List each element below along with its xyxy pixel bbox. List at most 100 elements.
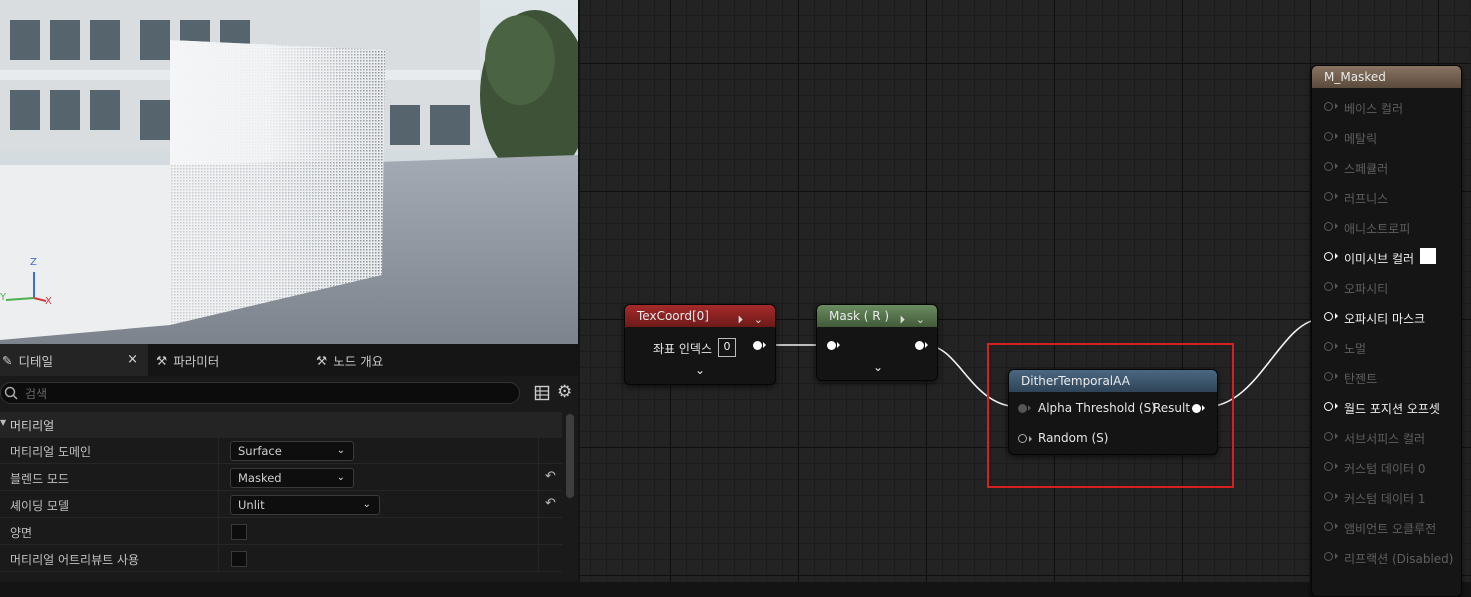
texcoord-node-title: TexCoord[0] [637, 309, 709, 323]
material-input-label: 커스텀 데이터 1 [1344, 492, 1426, 506]
property-label: 셰이딩 모델 [10, 499, 70, 513]
details-tab-bar: ✎ 디테일 × ⚒ 파라미터 ⚒ 노드 개요 [0, 344, 578, 376]
divider [538, 546, 539, 572]
material-input-pin[interactable] [1324, 402, 1338, 411]
material-input-label: 이미시브 컬러 [1344, 252, 1415, 266]
material-input-pin[interactable] [1324, 492, 1338, 501]
mask-input-pin[interactable] [827, 341, 840, 350]
material-input-pin[interactable] [1324, 342, 1338, 351]
material-input-pin[interactable] [1324, 102, 1338, 111]
section-title: 머티리얼 [10, 419, 55, 433]
pin-arrow-icon [1335, 343, 1338, 349]
texcoord-node[interactable]: TexCoord[0] ⏵ ⌄ 좌표 인덱스 0 ⌄ [624, 304, 776, 385]
chevron-down-icon[interactable]: ⌄ [754, 309, 763, 331]
details-icon: ✎ [2, 352, 13, 368]
preview-toggle-icon[interactable]: ⏵ [900, 309, 906, 331]
divider [538, 492, 539, 518]
pin-arrow-icon [1335, 373, 1338, 379]
material-input-pin[interactable] [1324, 222, 1338, 231]
section-header-material[interactable]: ▼ 머티리얼 [0, 412, 562, 438]
close-icon[interactable]: × [127, 352, 138, 367]
pin-arrow-icon [1335, 523, 1338, 529]
property-label: 머티리얼 도메인 [10, 445, 92, 459]
material-input-pin[interactable] [1324, 132, 1338, 141]
material-input-label: 앰비언트 오클루전 [1344, 522, 1437, 536]
property-row: 셰이딩 모델 Unlit ⌄ ↶ [0, 492, 562, 518]
tab-node-overview[interactable]: ⚒ 노드 개요 [316, 344, 456, 376]
search-input[interactable]: 검색 [0, 382, 520, 404]
dropdown-value: Surface [238, 444, 282, 458]
mask-output-pin[interactable] [915, 341, 928, 350]
material-input-label: 메탈릭 [1344, 132, 1378, 146]
pin-arrow-icon [1335, 193, 1338, 199]
material-input-label: 노멀 [1344, 342, 1367, 356]
tab-details[interactable]: ✎ 디테일 × [0, 344, 148, 376]
search-icon [4, 386, 18, 400]
property-label: 양면 [10, 526, 33, 540]
reset-to-default-icon[interactable]: ↶ [545, 469, 556, 484]
material-input-label: 러프니스 [1344, 192, 1389, 206]
highlight-box [987, 343, 1234, 488]
texcoord-node-header[interactable]: TexCoord[0] ⏵ ⌄ [625, 305, 775, 327]
pin-arrow-icon [1335, 463, 1338, 469]
material-input-pin[interactable] [1324, 432, 1338, 441]
material-input-label: 월드 포지션 오프셋 [1344, 402, 1440, 416]
shading-model-dropdown[interactable]: Unlit ⌄ [230, 495, 380, 515]
material-input-pin[interactable] [1324, 372, 1338, 381]
emissive-color-swatch[interactable] [1420, 248, 1436, 264]
material-input-label: 애니소트로피 [1344, 222, 1411, 236]
expand-chevron-icon[interactable]: ⌄ [873, 360, 883, 374]
chevron-down-icon: ⌄ [336, 472, 345, 483]
property-row: 머티리얼 도메인 Surface ⌄ [0, 438, 562, 464]
pin-arrow-icon [1335, 253, 1338, 259]
material-input-pin[interactable] [1324, 282, 1338, 291]
material-graph-canvas[interactable]: TexCoord[0] ⏵ ⌄ 좌표 인덱스 0 ⌄ Mask ( R ) ⏵ … [580, 0, 1471, 597]
pin-arrow-icon [1335, 553, 1338, 559]
property-label: 블렌드 모드 [10, 472, 70, 486]
mask-node-header[interactable]: Mask ( R ) ⏵ ⌄ [817, 305, 937, 327]
material-input-label: 스페큘러 [1344, 162, 1389, 176]
pin-arrow-icon [1335, 163, 1338, 169]
pin-arrow-icon [1335, 313, 1338, 319]
mask-node[interactable]: Mask ( R ) ⏵ ⌄ ⌄ [816, 304, 938, 381]
material-input-label: 탄젠트 [1344, 372, 1378, 386]
coordinate-index-field[interactable]: 0 [718, 338, 736, 357]
tab-parameters-label: 파라미터 [173, 353, 220, 369]
property-row: 양면 [0, 519, 562, 545]
material-input-label: 베이스 컬러 [1344, 102, 1404, 116]
material-input-pin[interactable] [1324, 192, 1338, 201]
pin-arrow-icon [1335, 283, 1338, 289]
material-input-pin[interactable] [1324, 552, 1338, 561]
chevron-down-icon[interactable]: ⌄ [916, 309, 925, 331]
material-node-title: M_Masked [1324, 70, 1386, 84]
preview-toggle-icon[interactable]: ⏵ [738, 309, 744, 331]
divider [538, 465, 539, 491]
material-input-pin[interactable] [1324, 462, 1338, 471]
blend-mode-dropdown[interactable]: Masked ⌄ [230, 468, 354, 488]
chevron-down-icon: ⌄ [336, 445, 345, 456]
pin-arrow-icon [1335, 493, 1338, 499]
material-input-pin[interactable] [1324, 162, 1338, 171]
coordinate-index-label: 좌표 인덱스 [653, 342, 713, 356]
texcoord-output-pin[interactable] [753, 341, 766, 350]
dropdown-value: Unlit [238, 498, 265, 512]
level-viewport[interactable]: Z X Y [0, 0, 578, 344]
axis-y-label: Y [0, 292, 7, 303]
material-input-pin[interactable] [1324, 312, 1338, 321]
material-domain-dropdown[interactable]: Surface ⌄ [230, 441, 354, 461]
table-view-icon[interactable] [534, 385, 550, 401]
divider [538, 438, 539, 464]
expand-chevron-icon[interactable]: ⌄ [695, 363, 705, 377]
pin-arrow-icon [1335, 103, 1338, 109]
gear-icon[interactable]: ⚙ [557, 382, 572, 402]
tab-parameters[interactable]: ⚒ 파라미터 [156, 344, 296, 376]
use-material-attributes-checkbox[interactable] [231, 551, 247, 567]
reset-to-default-icon[interactable]: ↶ [545, 496, 556, 511]
pin-arrow-icon [1335, 223, 1338, 229]
material-result-node[interactable]: M_Masked 베이스 컬러 메탈릭 스페큘러 러프니스 애니소트로피 이미시브 컬러 오… [1311, 65, 1462, 597]
two-sided-checkbox[interactable] [231, 524, 247, 540]
material-input-pin[interactable] [1324, 252, 1338, 261]
material-input-pin[interactable] [1324, 522, 1338, 531]
material-node-header[interactable]: M_Masked [1312, 66, 1461, 88]
details-scrollbar[interactable] [566, 414, 574, 498]
